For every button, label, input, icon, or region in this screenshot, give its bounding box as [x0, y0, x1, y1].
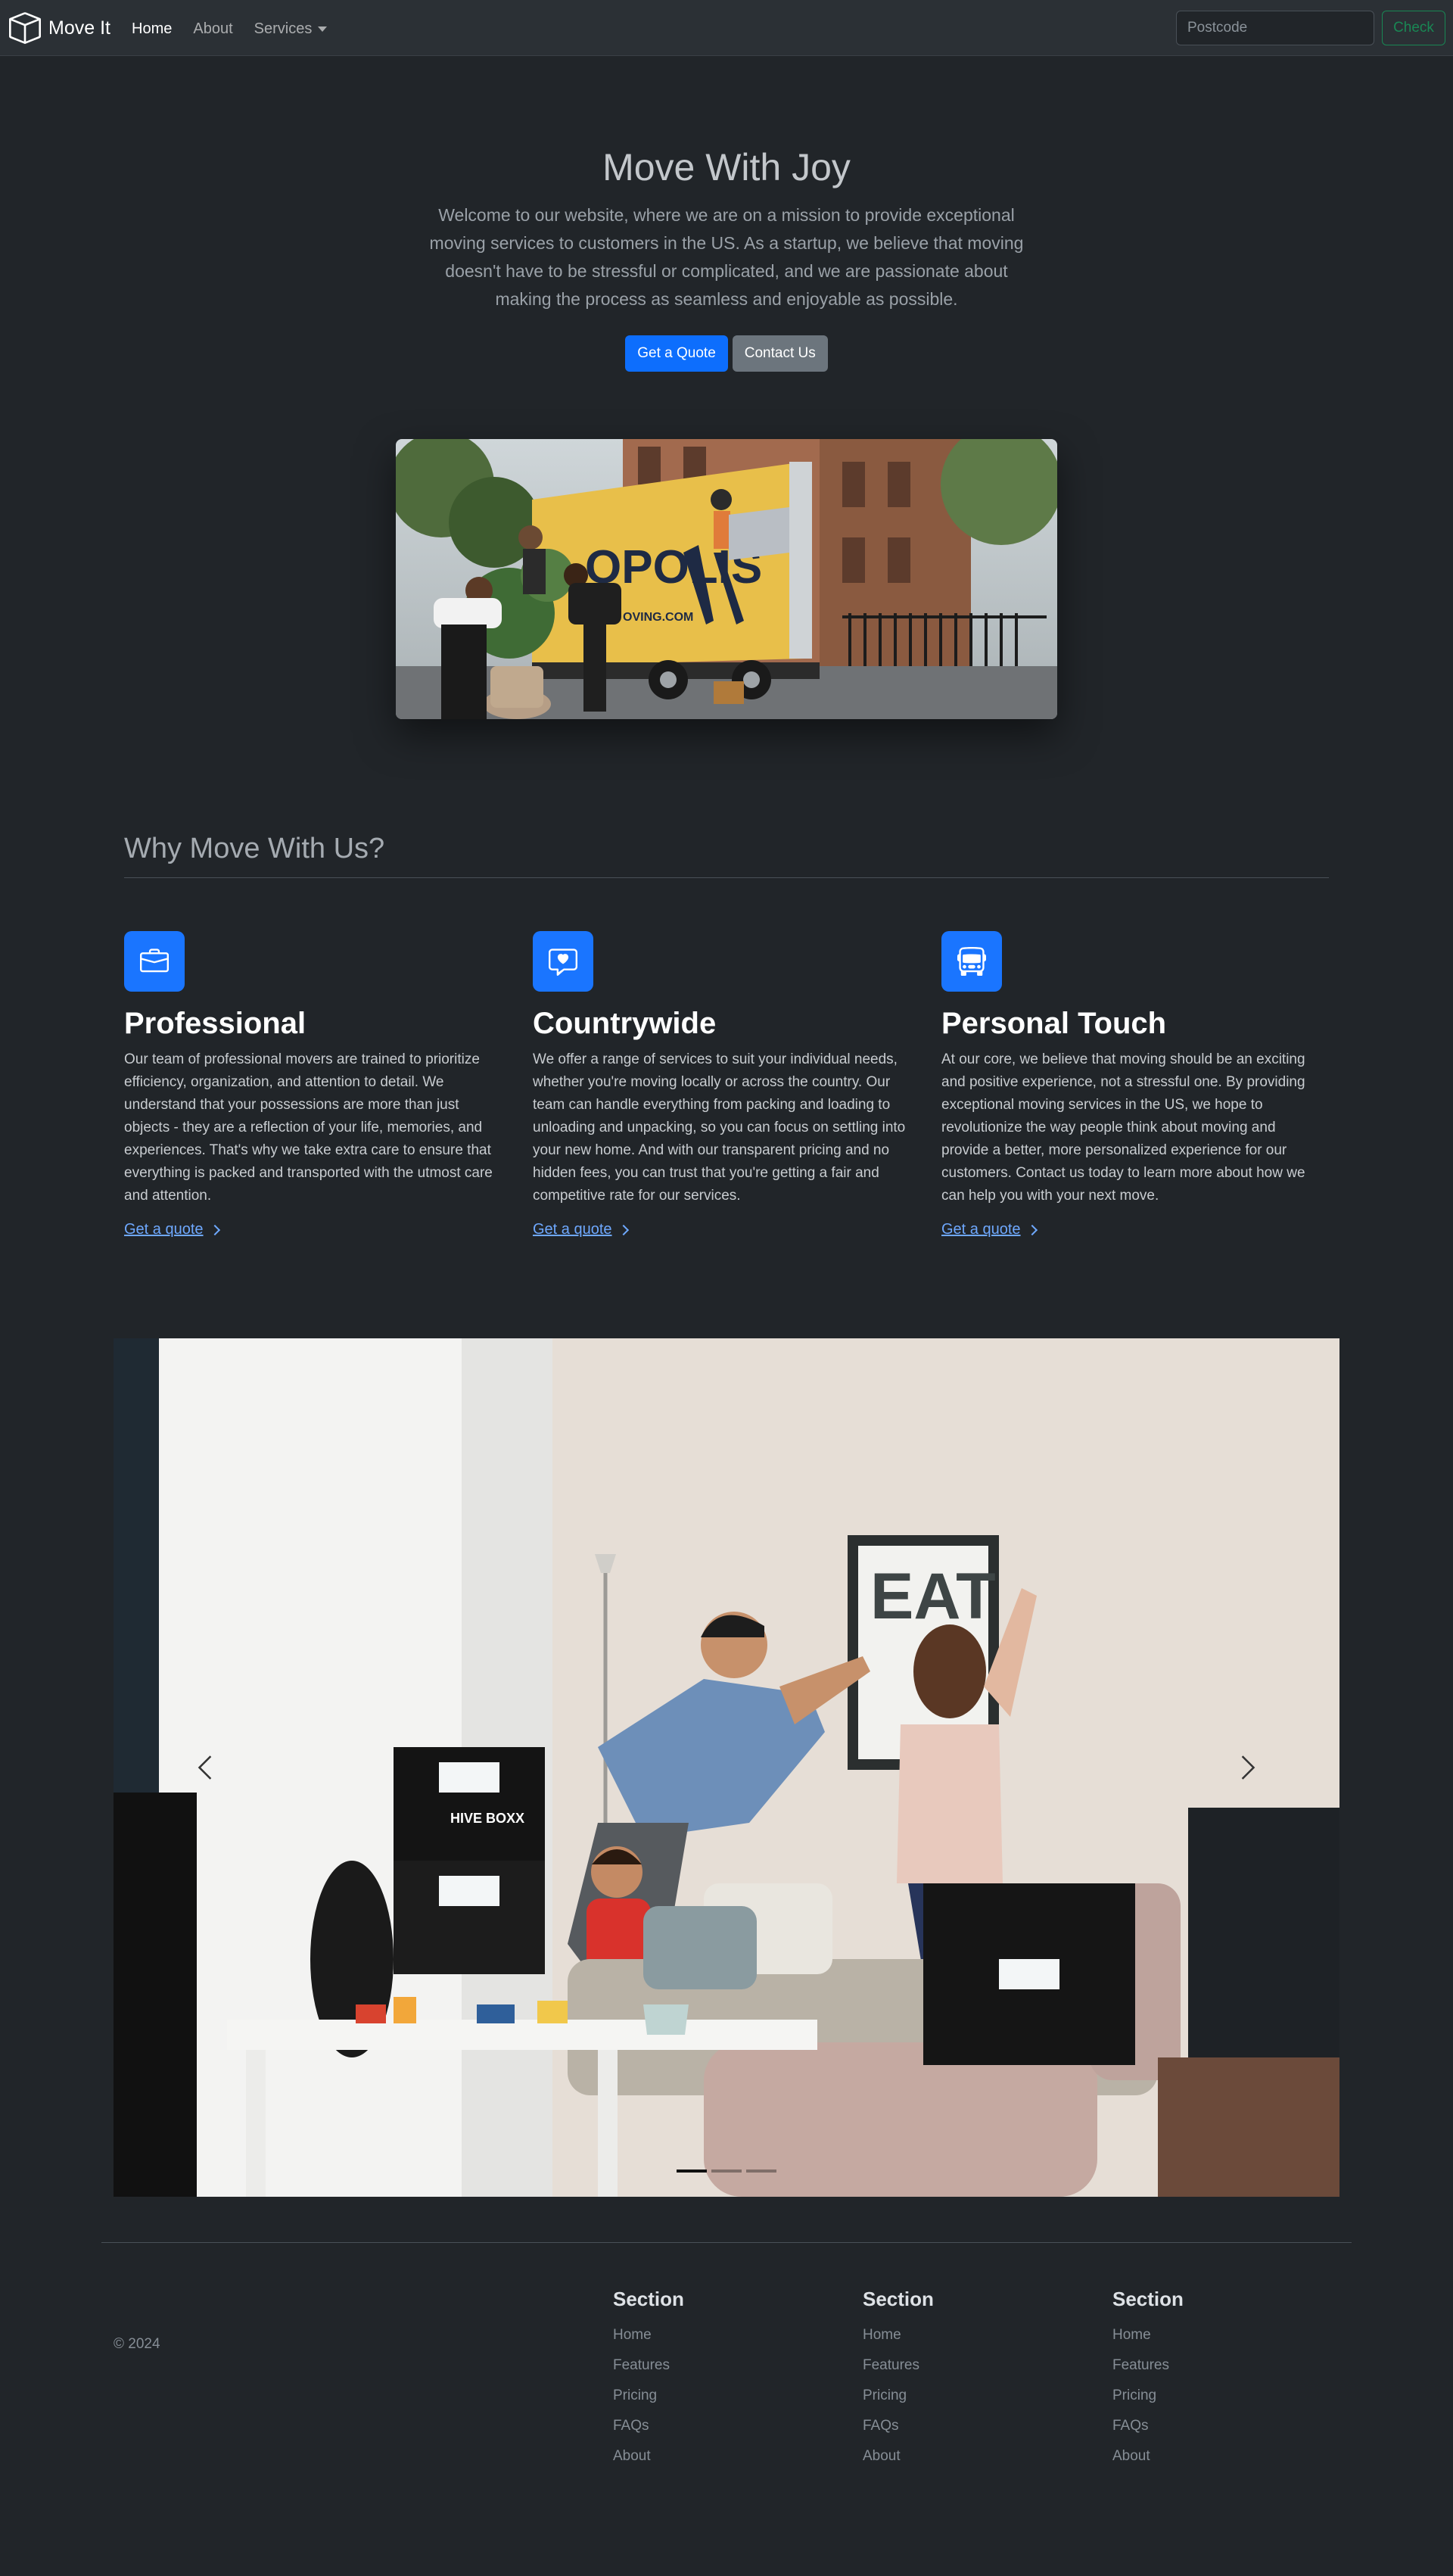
feature-countrywide: Countrywide We offer a range of services… [533, 931, 911, 1238]
family-living-room-photo: EAT HIVE BOXX [114, 1338, 1339, 2197]
truck-url-text: OVING.COM [623, 611, 693, 624]
postcode-input[interactable] [1176, 11, 1374, 45]
carousel-prev-button[interactable] [160, 1338, 251, 2197]
footer-column: Section Home Features Pricing FAQs About [863, 2288, 934, 2472]
feature-link-label: Get a quote [533, 1221, 612, 1238]
carousel-indicators [0, 2170, 1453, 2173]
hero-image-moving-truck: OPOLIS OVING.COM [396, 439, 1057, 719]
footer-link-features[interactable]: Features [613, 2350, 684, 2381]
feature-professional: Professional Our team of professional mo… [124, 931, 502, 1238]
footer-column-title: Section [1112, 2288, 1184, 2310]
hero-title: Move With Joy [602, 146, 851, 188]
nav-links: Home About Services [132, 18, 348, 39]
footer-link-faqs[interactable]: FAQs [613, 2411, 684, 2441]
footer-link-pricing[interactable]: Pricing [1112, 2381, 1184, 2411]
crate-label-text: HIVE BOXX [450, 1811, 524, 1826]
feature-get-quote-link[interactable]: Get a quote [533, 1221, 629, 1238]
footer-link-home[interactable]: Home [1112, 2320, 1184, 2350]
feature-icon-box [124, 931, 185, 992]
footer-link-about[interactable]: About [613, 2441, 684, 2472]
feature-get-quote-link[interactable]: Get a quote [124, 1221, 220, 1238]
caret-down-icon [318, 26, 328, 33]
brand[interactable]: Move It [9, 12, 110, 44]
feature-link-label: Get a quote [124, 1221, 204, 1238]
box-icon [9, 12, 41, 44]
chevron-right-icon [209, 1224, 220, 1235]
carousel-indicator-2[interactable] [711, 2170, 742, 2173]
footer-link-home[interactable]: Home [863, 2320, 934, 2350]
footer-column: Section Home Features Pricing FAQs About [613, 2288, 684, 2472]
navbar: Move It Home About Services Check [0, 0, 1453, 56]
feature-icon-box [533, 931, 593, 992]
moving-truck-illustration: OPOLIS OVING.COM [396, 439, 1057, 719]
get-quote-button[interactable]: Get a Quote [625, 335, 728, 372]
copyright: © 2024 [114, 2336, 160, 2352]
hero-lead: Welcome to our website, where we are on … [429, 205, 1024, 309]
nav-services-label: Services [254, 20, 313, 37]
chevron-right-icon [1026, 1224, 1038, 1235]
feature-icon-box [941, 931, 1002, 992]
poster-text: EAT [870, 1560, 996, 1633]
feature-personal-touch: Personal Touch At our core, we believe t… [941, 931, 1320, 1238]
feature-get-quote-link[interactable]: Get a quote [941, 1221, 1038, 1238]
postcode-form: Check [1176, 11, 1445, 45]
hero-buttons: Get a Quote Contact Us [0, 335, 1453, 372]
footer-link-home[interactable]: Home [613, 2320, 684, 2350]
nav-dropdown-services[interactable]: Services [254, 18, 328, 39]
footer-link-pricing[interactable]: Pricing [863, 2381, 934, 2411]
brand-name: Move It [48, 17, 110, 39]
feature-link-label: Get a quote [941, 1221, 1021, 1238]
nav-link-about[interactable]: About [193, 18, 232, 39]
footer-link-about[interactable]: About [1112, 2441, 1184, 2472]
carousel-next-button[interactable] [1202, 1338, 1293, 2197]
footer-divider [101, 2242, 1352, 2243]
chat-heart-icon [549, 948, 577, 976]
footer-link-about[interactable]: About [863, 2441, 934, 2472]
feature-text: We offer a range of services to suit you… [533, 1051, 906, 1204]
feature-text: At our core, we believe that moving shou… [941, 1051, 1305, 1204]
footer-column-title: Section [613, 2288, 684, 2310]
footer-link-faqs[interactable]: FAQs [863, 2411, 934, 2441]
features-divider [124, 877, 1329, 878]
carousel-slide-family-moving: EAT HIVE BOXX [114, 1338, 1339, 2197]
footer-link-pricing[interactable]: Pricing [613, 2381, 684, 2411]
nav-link-home[interactable]: Home [132, 18, 172, 39]
footer-column: Section Home Features Pricing FAQs About [1112, 2288, 1184, 2472]
check-button[interactable]: Check [1382, 11, 1445, 45]
chevron-right-icon [1241, 1755, 1255, 1780]
carousel-indicator-3[interactable] [746, 2170, 776, 2173]
features-title: Why Move With Us? [124, 833, 385, 864]
chevron-left-icon [198, 1755, 212, 1780]
footer-link-features[interactable]: Features [1112, 2350, 1184, 2381]
contact-us-button[interactable]: Contact Us [732, 335, 828, 372]
feature-title: Personal Touch [941, 1007, 1167, 1040]
footer-link-features[interactable]: Features [863, 2350, 934, 2381]
feature-text: Our team of professional movers are trai… [124, 1051, 493, 1204]
footer-column-title: Section [863, 2288, 934, 2310]
briefcase-icon [140, 948, 169, 973]
bus-icon [957, 947, 986, 976]
carousel-indicator-1[interactable] [677, 2170, 707, 2173]
footer-link-faqs[interactable]: FAQs [1112, 2411, 1184, 2441]
feature-title: Professional [124, 1007, 306, 1040]
feature-title: Countrywide [533, 1007, 717, 1040]
chevron-right-icon [618, 1224, 629, 1235]
